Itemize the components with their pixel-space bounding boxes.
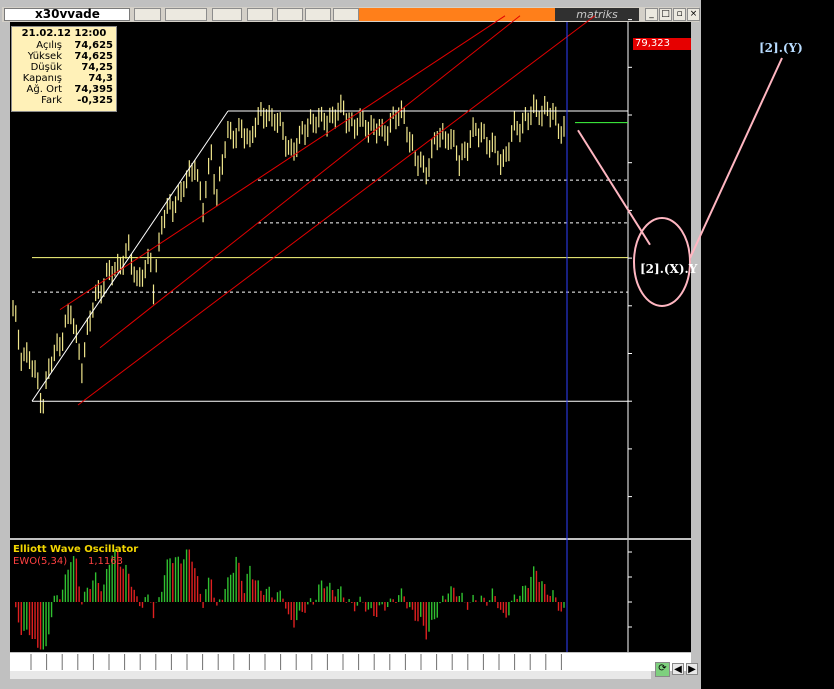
info-value: 74,395 (74, 84, 113, 95)
info-label: Kapanış (22, 73, 62, 84)
channel-line-lower (77, 15, 596, 406)
info-box: 21.02.12 12:00 Açılış 74,625 Yüksek 74,625… (11, 26, 117, 112)
info-label: Fark (41, 95, 62, 106)
info-datetime: 21.02.12 12:00 (21, 28, 107, 39)
annotation-target-2: [2].(X).Y (640, 262, 698, 276)
info-label: Düşük (30, 62, 62, 73)
info-row: Açılış 74,625 (12, 40, 116, 51)
info-row: Fark -0,325 (12, 95, 116, 106)
info-row: Düşük 74,25 (12, 62, 116, 73)
info-row: Yüksek 74,625 (12, 51, 116, 62)
info-label: Ağ. Ort (26, 84, 62, 95)
oscillator-title: Elliott Wave Oscillator (13, 544, 139, 555)
white-trendline (31, 110, 229, 402)
info-row: Kapanış 74,3 (12, 73, 116, 84)
chart-drawing (12, 15, 783, 670)
oscillator-label: EWO(5,34) (13, 556, 68, 567)
projection-line-down (577, 129, 651, 246)
oscillator-value: 1,1163 (88, 556, 123, 567)
channel-line-upper (59, 15, 506, 311)
info-value: 74,25 (81, 62, 113, 73)
info-value: 74,625 (74, 51, 113, 62)
info-label: Yüksek (27, 51, 62, 62)
current-price-tag: 79,323 (633, 38, 691, 50)
annotation-target-1: [2].(Y) (759, 41, 803, 55)
channel-line-mid (99, 15, 521, 349)
info-label: Açılış (36, 40, 62, 51)
info-row: Ağ. Ort 74,395 (12, 84, 116, 95)
info-value: 74,625 (74, 40, 113, 51)
projection-line-up (689, 57, 783, 259)
info-value: -0,325 (77, 95, 113, 106)
info-value: 74,3 (88, 73, 113, 84)
